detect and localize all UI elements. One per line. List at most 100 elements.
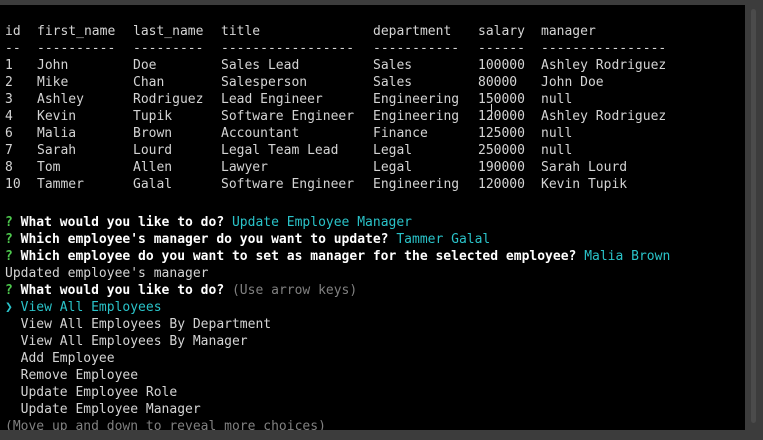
column-header-last-name: last_name	[133, 24, 204, 39]
cell-first-name: Tom	[37, 160, 61, 175]
cell-title: Software Engineer	[221, 109, 355, 124]
menu-item[interactable]: Update Employee Role	[5, 384, 670, 401]
menu-item-label: Update Employee Manager	[20, 402, 201, 417]
prompt-line: ? What would you like to do? Update Empl…	[5, 214, 670, 231]
cell-salary: 250000	[478, 143, 525, 158]
cell-id: 8	[5, 160, 13, 175]
table-row: 3 Ashley Rodriguez Lead Engineer Engineering…	[5, 91, 572, 108]
separator: -----------	[373, 41, 460, 56]
separator: ------	[478, 41, 525, 56]
prompt-answer: Tammer Galal	[396, 232, 491, 247]
separator: ----------	[37, 41, 116, 56]
cell-first-name: Ashley	[37, 92, 84, 107]
prompt-answer: Malia Brown	[584, 249, 671, 264]
prompt-answer: Update Employee Manager	[231, 215, 412, 230]
menu-item-label: View All Employees By Manager	[20, 334, 248, 349]
cell-manager: Ashley Rodriguez	[541, 58, 667, 73]
menu-item-label: Remove Employee	[20, 368, 139, 383]
cell-department: Engineering	[373, 92, 460, 107]
choice-menu: ❯ View All Employees View All Employees …	[5, 299, 670, 418]
cell-id: 7	[5, 143, 13, 158]
cell-manager: null	[541, 126, 573, 141]
table-header-row: id first_name last_name title department…	[5, 23, 596, 40]
cell-id: 1	[5, 58, 13, 73]
cell-salary: 80000	[478, 75, 518, 90]
menu-item[interactable]: Update Employee Manager	[5, 401, 670, 418]
active-prompt-line: ? What would you like to do? (Use arrow …	[5, 282, 670, 299]
cell-last-name: Brown	[133, 126, 173, 141]
cell-first-name: Tammer	[37, 177, 84, 192]
table-row: 1 John Doe Sales Lead Sales 100000 Ashley Rodr…	[5, 57, 666, 74]
cell-last-name: Tupik	[133, 109, 173, 124]
cell-department: Sales	[373, 75, 413, 90]
column-header-manager: manager	[541, 24, 596, 39]
menu-item[interactable]: ❯ View All Employees	[5, 299, 670, 316]
table-row: 7 Sarah Lourd Legal Team Lead Legal 250000 nul…	[5, 142, 572, 159]
cell-salary: 150000	[478, 92, 525, 107]
prompt-question: Which employee's manager do you want to …	[20, 232, 389, 247]
cell-id: 4	[5, 109, 13, 124]
scrollbar-thumb[interactable]	[751, 9, 756, 423]
cell-title: Accountant	[221, 126, 300, 141]
menu-item-label: Update Employee Role	[20, 385, 178, 400]
cell-manager: Sarah Lourd	[541, 160, 628, 175]
separator: ----------------	[541, 41, 667, 56]
column-header-salary: salary	[478, 24, 525, 39]
cell-department: Engineering	[373, 177, 460, 192]
cell-salary: 190000	[478, 160, 525, 175]
scrollbar[interactable]	[745, 5, 763, 430]
cell-title: Sales Lead	[221, 58, 300, 73]
cell-manager: null	[541, 92, 573, 107]
cell-salary: 120000	[478, 177, 525, 192]
prompt-line: ? Which employee's manager do you want t…	[5, 231, 670, 248]
table-body: 1 John Doe Sales Lead Sales 100000 Ashley Rodr…	[5, 57, 666, 193]
cell-department: Sales	[373, 58, 413, 73]
cell-id: 2	[5, 75, 13, 90]
column-header-first-name: first_name	[37, 24, 116, 39]
prompt-session: ? What would you like to do? Update Empl…	[5, 214, 670, 430]
employee-table: id first_name last_name title department…	[5, 23, 666, 193]
menu-item[interactable]: View All Employees By Manager	[5, 333, 670, 350]
cell-manager: null	[541, 143, 573, 158]
mouse-ibeam-cursor	[491, 104, 492, 119]
cell-department: Legal	[373, 143, 413, 158]
cell-manager: Kevin Tupik	[541, 177, 628, 192]
cell-salary: 100000	[478, 58, 525, 73]
cell-last-name: Chan	[133, 75, 165, 90]
cell-salary: 120000	[478, 109, 525, 124]
table-row: 4 Kevin Tupik Software Engineer Engineering 1…	[5, 108, 666, 125]
cell-title: Lead Engineer	[221, 92, 323, 107]
separator: --	[5, 41, 21, 56]
menu-item[interactable]: Add Employee	[5, 350, 670, 367]
cell-department: Engineering	[373, 109, 460, 124]
status-message: Updated employee's manager	[5, 266, 209, 281]
menu-item-label: Add Employee	[20, 351, 115, 366]
table-row: 2 Mike Chan Salesperson Sales 80000 John Doe	[5, 74, 604, 91]
cell-title: Legal Team Lead	[221, 143, 339, 158]
cell-manager: John Doe	[541, 75, 604, 90]
cell-id: 3	[5, 92, 13, 107]
menu-item[interactable]: Remove Employee	[5, 367, 670, 384]
question-mark-icon: ?	[5, 215, 13, 230]
cell-title: Lawyer	[221, 160, 268, 175]
cell-last-name: Galal	[133, 177, 173, 192]
table-row: 10 Tammer Galal Software Engineer Engineerin…	[5, 176, 627, 193]
prompt-line: ? Which employee do you want to set as m…	[5, 248, 670, 265]
cell-department: Legal	[373, 160, 413, 175]
cell-last-name: Doe	[133, 58, 157, 73]
cell-first-name: Sarah	[37, 143, 77, 158]
cell-first-name: John	[37, 58, 69, 73]
menu-item-label: View All Employees By Department	[20, 317, 272, 332]
cell-first-name: Malia	[37, 126, 77, 141]
menu-item[interactable]: View All Employees By Department	[5, 316, 670, 333]
cell-last-name: Rodriguez	[133, 92, 204, 107]
cell-id: 10	[5, 177, 21, 192]
prompt-question: Which employee do you want to set as man…	[20, 249, 577, 264]
cell-id: 6	[5, 126, 13, 141]
separator: -----------------	[221, 41, 355, 56]
separator: ---------	[133, 41, 204, 56]
pointer-icon: ❯	[5, 300, 13, 315]
question-mark-icon: ?	[5, 232, 13, 247]
cell-salary: 125000	[478, 126, 525, 141]
terminal-window[interactable]: id first_name last_name title department…	[0, 5, 745, 430]
